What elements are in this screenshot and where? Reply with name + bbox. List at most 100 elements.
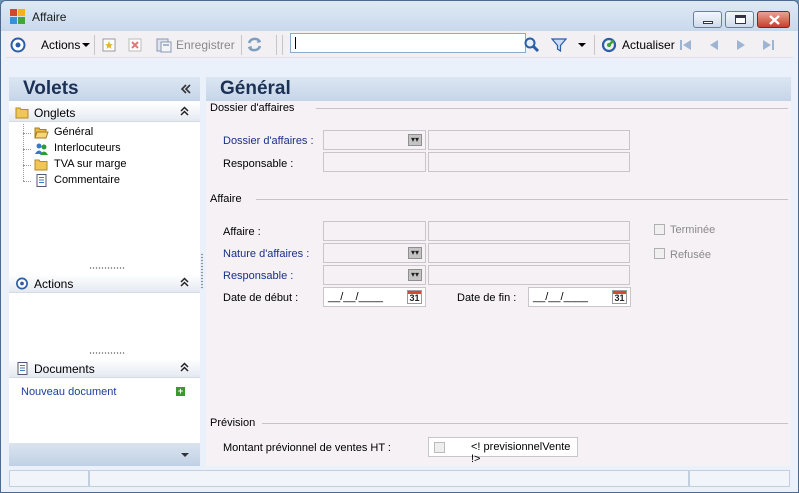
date-fin-input[interactable]: __/__/____ 31 [528, 287, 631, 307]
calendar-icon[interactable]: 31 [407, 290, 422, 304]
filter-dropdown-button[interactable] [578, 31, 586, 58]
tab-interlocuteurs[interactable]: Interlocuteurs [54, 142, 121, 154]
minimize-button[interactable] [693, 11, 722, 28]
dossier-name-field [428, 130, 630, 150]
chevron-down-icon[interactable] [181, 452, 189, 458]
people-icon [35, 143, 48, 155]
search-button[interactable] [523, 31, 540, 58]
new-star-icon [102, 38, 116, 51]
sync-button[interactable] [246, 31, 263, 58]
affaire-name-field[interactable] [428, 221, 630, 241]
left-pane: Volets Onglets Général Interlocuteurs TV… [9, 77, 200, 466]
app-icon [10, 9, 25, 24]
first-record-button[interactable] [679, 31, 693, 58]
refusee-label: Refusée [670, 249, 711, 261]
dossier-select[interactable]: ▾▾ [323, 130, 426, 150]
collapse-section-icon[interactable] [180, 277, 189, 287]
onglets-title: Onglets [34, 106, 76, 120]
affaire-window: Affaire Actions Enregistrer Actualiser V… [0, 0, 799, 493]
toolbar: Actions Enregistrer Actualiser [6, 31, 793, 58]
folder-open-icon [34, 127, 49, 139]
maximize-button[interactable] [725, 11, 754, 28]
affaire-group-title: Affaire [210, 193, 242, 205]
status-cell [9, 470, 89, 487]
affaire-responsable-select[interactable]: ▾▾ [323, 265, 426, 285]
main-pane: Général Dossier d'affaires Dossier d'aff… [206, 77, 791, 466]
maximize-icon [735, 15, 746, 24]
refresh-button[interactable]: Actualiser [601, 31, 675, 58]
calendar-icon[interactable]: 31 [612, 290, 627, 304]
target-icon [16, 277, 28, 290]
search-icon [524, 37, 540, 53]
chevron-down-icon[interactable]: ▾▾ [408, 134, 422, 146]
tab-commentaire[interactable]: Commentaire [54, 174, 120, 186]
tab-general[interactable]: Général [54, 126, 93, 138]
tree-connector [23, 149, 31, 150]
onglets-section-header[interactable]: Onglets [9, 103, 200, 122]
nature-label: Nature d'affaires : [223, 248, 310, 260]
date-debut-input[interactable]: __/__/____ 31 [323, 287, 426, 307]
dropdown-arrow-icon [82, 42, 91, 47]
splitter-grip[interactable] [89, 352, 125, 354]
previous-record-button[interactable] [707, 31, 721, 58]
last-record-button[interactable] [761, 31, 775, 58]
chevron-down-icon[interactable]: ▾▾ [408, 269, 422, 281]
next-record-button[interactable] [734, 31, 748, 58]
documents-section-title: Documents [34, 362, 95, 376]
actions-menu-button[interactable]: Actions [41, 31, 91, 58]
date-fin-value: __/__/____ [533, 291, 589, 303]
search-input[interactable] [290, 33, 526, 53]
refusee-checkbox[interactable] [654, 248, 665, 259]
actions-section-header[interactable]: Actions [9, 274, 200, 293]
first-record-icon [680, 39, 691, 50]
text-caret [295, 37, 296, 49]
plus-icon[interactable]: + [176, 387, 185, 396]
terminee-checkbox[interactable] [654, 224, 665, 235]
refresh-label: Actualiser [622, 37, 675, 52]
collapse-section-icon[interactable] [180, 362, 189, 372]
montant-label: Montant prévionnel de ventes HT : [223, 442, 391, 454]
last-record-icon [763, 39, 774, 50]
date-debut-label: Date de début : [223, 292, 299, 304]
splitter-grip[interactable] [89, 267, 125, 269]
tree-connector [23, 165, 31, 166]
status-cell [689, 470, 790, 487]
pane-splitter-grip[interactable] [201, 253, 203, 289]
tree-connector [23, 181, 31, 182]
toolbar-separator [276, 35, 277, 55]
delete-button[interactable] [128, 31, 142, 58]
save-button[interactable]: Enregistrer [156, 31, 235, 58]
currency-toggle-icon[interactable] [434, 442, 445, 453]
toolbar-separator [282, 35, 283, 55]
montant-field[interactable]: <! previsionnelVente !> [428, 437, 578, 465]
filter-button[interactable] [551, 31, 567, 58]
documents-section-header[interactable]: Documents [9, 359, 200, 378]
terminee-label: Terminée [670, 224, 716, 236]
actions-circle-button[interactable] [10, 31, 26, 58]
toolbar-separator [94, 35, 95, 55]
previous-record-icon [710, 39, 718, 50]
collapse-pane-icon[interactable] [181, 84, 191, 94]
nature-select[interactable]: ▾▾ [323, 243, 426, 263]
close-button[interactable] [757, 11, 790, 28]
affaire-code-field[interactable] [323, 221, 426, 241]
actions-menu-label: Actions [41, 37, 81, 52]
document-icon [36, 174, 47, 187]
affaire-responsable-name-field [428, 265, 630, 285]
target-icon [10, 37, 26, 52]
new-button[interactable] [102, 31, 116, 58]
filter-icon [551, 37, 567, 52]
chevron-down-icon[interactable]: ▾▾ [408, 247, 422, 259]
title-bar: Affaire [1, 1, 798, 31]
delete-icon [128, 38, 142, 51]
folder-icon [34, 159, 48, 171]
new-document-link[interactable]: Nouveau document [21, 386, 116, 398]
pane-footer [9, 443, 200, 466]
group-divider [262, 423, 788, 424]
volets-header: Volets [9, 77, 200, 101]
collapse-section-icon[interactable] [180, 106, 189, 116]
next-record-icon [737, 39, 745, 50]
status-bar [1, 468, 798, 492]
status-cell [89, 470, 689, 487]
tab-tva-sur-marge[interactable]: TVA sur marge [54, 158, 127, 170]
